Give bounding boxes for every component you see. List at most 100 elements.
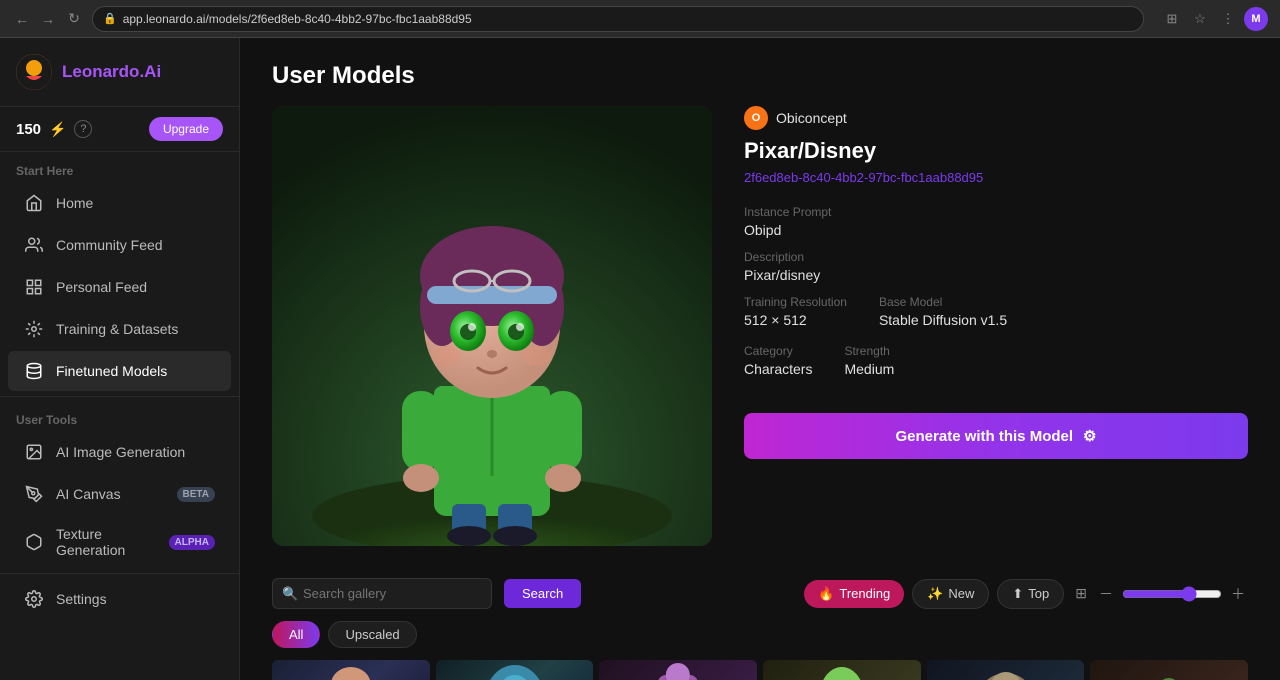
model-description: Description Pixar/disney	[744, 250, 1248, 283]
size-slider-wrapper	[1122, 586, 1222, 602]
size-slider[interactable]	[1122, 586, 1222, 602]
main-content: User Models	[240, 38, 1280, 680]
character-illustration	[272, 106, 712, 546]
zoom-in-button[interactable]: ＋	[1228, 581, 1248, 607]
content-area: O Obiconcept Pixar/Disney 2f6ed8eb-8c40-…	[240, 106, 1280, 546]
sidebar-item-home[interactable]: Home	[8, 183, 231, 223]
sidebar-item-personal-feed[interactable]: Personal Feed	[8, 267, 231, 307]
model-image-container	[272, 106, 712, 546]
sidebar-item-home-label: Home	[56, 195, 93, 211]
model-info-panel: O Obiconcept Pixar/Disney 2f6ed8eb-8c40-…	[744, 106, 1248, 546]
models-icon	[24, 361, 44, 381]
filter-all-button[interactable]: All	[272, 621, 320, 648]
new-icon: ✨	[927, 586, 943, 602]
profile-avatar[interactable]: M	[1244, 7, 1268, 31]
sidebar-item-training-label: Training & Datasets	[56, 321, 178, 337]
top-icon: ⬆	[1012, 586, 1023, 602]
gallery-thumb[interactable]	[927, 660, 1085, 680]
back-button[interactable]: ←	[12, 9, 32, 29]
sidebar: Leonardo.Ai 150 ⚡ ? Upgrade Start Here H…	[0, 38, 240, 680]
description-label: Description	[744, 250, 1248, 264]
gallery-thumb[interactable]	[1090, 660, 1248, 680]
model-author: O Obiconcept	[744, 106, 1248, 130]
image-icon	[24, 442, 44, 462]
sidebar-credits: 150 ⚡ ? Upgrade	[0, 107, 239, 152]
filter-upscaled-button[interactable]: Upscaled	[328, 621, 416, 648]
browser-action-buttons: ⊞ ☆ ⋮ M	[1160, 7, 1268, 31]
search-input[interactable]	[272, 578, 492, 609]
page-header: User Models	[240, 38, 1280, 106]
training-icon	[24, 319, 44, 339]
gallery-thumb[interactable]	[599, 660, 757, 680]
refresh-button[interactable]: ↻	[64, 9, 84, 29]
menu-dots-button[interactable]: ⋮	[1216, 7, 1240, 31]
page-title: User Models	[272, 62, 1248, 90]
zoom-out-button[interactable]: －	[1096, 581, 1116, 607]
sidebar-item-community-feed[interactable]: Community Feed	[8, 225, 231, 265]
gallery-controls: 🔍 Search 🔥 Trending ✨ New ⬆ Top	[272, 578, 1248, 609]
sidebar-item-training[interactable]: Training & Datasets	[8, 309, 231, 349]
sidebar-item-texture[interactable]: Texture Generation ALPHA	[8, 516, 231, 568]
address-bar[interactable]: 🔒 app.leonardo.ai/models/2f6ed8eb-8c40-4…	[92, 6, 1144, 32]
training-res-label: Training Resolution	[744, 295, 847, 309]
generate-button[interactable]: Generate with this Model ⚙	[744, 413, 1248, 459]
category-value: Characters	[744, 361, 812, 377]
star-button[interactable]: ☆	[1188, 7, 1212, 31]
sidebar-item-settings[interactable]: Settings	[8, 579, 231, 619]
generate-icon: ⚙	[1083, 427, 1096, 445]
lock-icon: 🔒	[103, 12, 117, 25]
start-here-label: Start Here	[0, 152, 239, 182]
sidebar-item-finetuned[interactable]: Finetuned Models	[8, 351, 231, 391]
top-button[interactable]: ⬆ Top	[997, 579, 1064, 609]
gallery-thumb[interactable]	[436, 660, 594, 680]
forward-button[interactable]: →	[38, 9, 58, 29]
texture-icon	[24, 532, 44, 552]
extensions-button[interactable]: ⊞	[1160, 7, 1184, 31]
training-resolution: Training Resolution 512 × 512	[744, 295, 847, 328]
trending-button[interactable]: 🔥 Trending	[804, 580, 904, 608]
sidebar-item-personal-feed-label: Personal Feed	[56, 279, 147, 295]
base-model-value: Stable Diffusion v1.5	[879, 312, 1007, 328]
strength-value: Medium	[844, 361, 894, 377]
credits-icon: ⚡	[49, 121, 66, 138]
sidebar-item-settings-label: Settings	[56, 591, 107, 607]
author-icon: O	[744, 106, 768, 130]
search-button[interactable]: Search	[504, 579, 581, 608]
sidebar-item-texture-label: Texture Generation	[56, 526, 157, 558]
logo-avatar	[16, 54, 52, 90]
sidebar-item-ai-canvas[interactable]: AI Canvas BETA	[8, 474, 231, 514]
gallery-thumb[interactable]	[272, 660, 430, 680]
gallery-filter-right: 🔥 Trending ✨ New ⬆ Top ⊞ －	[804, 579, 1248, 609]
user-tools-label: User Tools	[0, 401, 239, 431]
grid-view-button[interactable]: ⊞	[1072, 582, 1090, 605]
settings-icon	[24, 589, 44, 609]
sidebar-item-ai-image-label: AI Image Generation	[56, 444, 185, 460]
nav-buttons: ← → ↻	[12, 9, 84, 29]
base-model-label: Base Model	[879, 295, 1007, 309]
search-wrapper: 🔍	[272, 578, 492, 609]
credits-help-button[interactable]: ?	[74, 120, 92, 138]
new-button[interactable]: ✨ New	[912, 579, 989, 609]
community-icon	[24, 235, 44, 255]
gallery-thumb[interactable]	[763, 660, 921, 680]
browser-chrome: ← → ↻ 🔒 app.leonardo.ai/models/2f6ed8eb-…	[0, 0, 1280, 38]
logo-text: Leonardo.Ai	[62, 62, 161, 82]
upgrade-button[interactable]: Upgrade	[149, 117, 223, 141]
gallery-section: 🔍 Search 🔥 Trending ✨ New ⬆ Top	[240, 562, 1280, 680]
category: Category Characters	[744, 344, 812, 377]
model-instance-prompt: Instance Prompt Obipd	[744, 205, 1248, 238]
sidebar-item-community-feed-label: Community Feed	[56, 237, 163, 253]
category-label: Category	[744, 344, 812, 358]
grid-controls: ⊞ － ＋	[1072, 581, 1248, 607]
credits-amount: 150	[16, 121, 41, 138]
trending-icon: 🔥	[818, 586, 834, 602]
filter-pills: All Upscaled	[272, 621, 1248, 648]
sidebar-item-ai-canvas-label: AI Canvas	[56, 486, 121, 502]
training-res-value: 512 × 512	[744, 312, 847, 328]
sidebar-item-ai-image[interactable]: AI Image Generation	[8, 432, 231, 472]
alpha-badge: ALPHA	[169, 535, 215, 550]
beta-badge: BETA	[177, 487, 215, 502]
generate-label: Generate with this Model	[896, 428, 1074, 445]
sidebar-item-finetuned-label: Finetuned Models	[56, 363, 167, 379]
canvas-icon	[24, 484, 44, 504]
